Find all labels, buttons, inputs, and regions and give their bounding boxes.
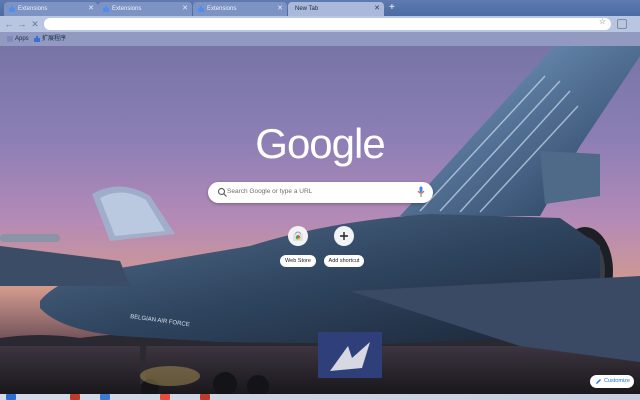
taskbar-item[interactable] bbox=[200, 394, 210, 400]
puzzle-icon bbox=[9, 6, 15, 12]
bookmark-star-icon[interactable]: ☆ bbox=[599, 17, 606, 26]
microphone-icon[interactable] bbox=[417, 186, 425, 198]
search-placeholder: Search Google or type a URL bbox=[227, 188, 313, 195]
tab-new-tab[interactable]: New Tab ✕ bbox=[288, 2, 384, 16]
close-tab-icon[interactable]: ✕ bbox=[374, 2, 380, 16]
close-tab-icon[interactable]: ✕ bbox=[182, 2, 188, 16]
new-tab-button[interactable]: + bbox=[389, 1, 395, 15]
close-tab-icon[interactable]: ✕ bbox=[88, 2, 94, 16]
tab-label: Extensions bbox=[112, 6, 142, 12]
reload-icon[interactable]: ✕ bbox=[30, 18, 40, 30]
customize-label: Customize bbox=[604, 378, 630, 384]
toolbar: ← → ✕ ☆ bbox=[0, 16, 640, 32]
google-logo: Google bbox=[255, 120, 385, 167]
pencil-icon bbox=[596, 379, 601, 384]
address-bar[interactable]: ☆ bbox=[44, 17, 611, 30]
tab-label: Extensions bbox=[207, 6, 237, 12]
search-box[interactable]: Search Google or type a URL bbox=[208, 182, 433, 203]
puzzle-icon bbox=[198, 6, 204, 12]
chrome-web-store-icon bbox=[288, 226, 308, 246]
tab-label: Extensions bbox=[18, 6, 48, 12]
bookmarks-bar: Apps 扩展程序 bbox=[0, 32, 640, 46]
taskbar-item[interactable] bbox=[70, 394, 80, 400]
puzzle-icon bbox=[34, 36, 40, 42]
tab-extensions-2[interactable]: Extensions ✕ bbox=[98, 2, 192, 16]
bookmark-extensions[interactable]: 扩展程序 bbox=[34, 35, 66, 43]
tab-strip: Extensions ✕ Extensions ✕ Extensions ✕ N… bbox=[0, 0, 640, 16]
tab-extensions-3[interactable]: Extensions ✕ bbox=[193, 2, 287, 16]
close-tab-icon[interactable]: ✕ bbox=[277, 2, 283, 16]
browser-menu-icon[interactable] bbox=[617, 19, 627, 29]
forward-icon[interactable]: → bbox=[17, 18, 27, 30]
taskbar-item[interactable] bbox=[160, 394, 170, 400]
bookmark-label: Apps bbox=[15, 36, 29, 42]
taskbar-item[interactable] bbox=[100, 394, 110, 400]
background-jet-image: BELGIAN AIR FORCE bbox=[0, 46, 640, 400]
tab-label: New Tab bbox=[295, 6, 319, 12]
apps-grid-icon bbox=[7, 36, 13, 42]
bookmark-label: 扩展程序 bbox=[42, 36, 67, 42]
taskbar-item[interactable] bbox=[6, 394, 16, 400]
shortcut-add[interactable]: Add shortcut bbox=[320, 226, 368, 267]
tab-extensions-1[interactable]: Extensions ✕ bbox=[4, 2, 98, 16]
customize-button[interactable]: Customize bbox=[590, 375, 634, 388]
taskbar bbox=[0, 394, 640, 400]
shortcut-label: Add shortcut bbox=[323, 255, 365, 267]
bookmark-apps[interactable]: Apps bbox=[7, 35, 29, 43]
shortcut-web-store[interactable]: Web Store bbox=[274, 226, 322, 267]
puzzle-icon bbox=[103, 6, 109, 12]
back-icon[interactable]: ← bbox=[4, 18, 14, 30]
plus-icon bbox=[334, 226, 354, 246]
shortcut-label: Web Store bbox=[280, 255, 316, 267]
